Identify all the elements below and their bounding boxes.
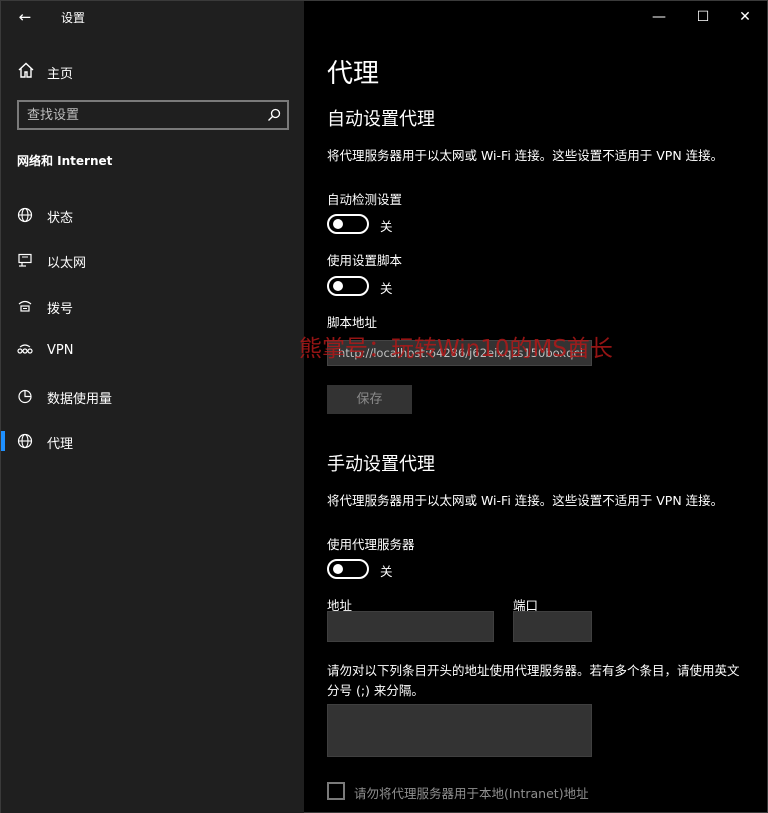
- main-pane: 代理 自动设置代理 将代理服务器用于以太网或 Wi-Fi 连接。这些设置不适用于…: [299, 1, 768, 813]
- globe-status-icon: [17, 207, 33, 223]
- manual-proxy-description: 将代理服务器用于以太网或 Wi-Fi 连接。这些设置不适用于 VPN 连接。: [327, 493, 724, 508]
- data-usage-icon: [18, 389, 32, 404]
- sidebar-item-vpn[interactable]: VPN: [1, 333, 304, 369]
- use-proxy-label: 使用代理服务器: [327, 537, 415, 552]
- page-title: 代理: [327, 59, 380, 89]
- sidebar-item-label: 以太网: [47, 256, 87, 271]
- dialup-icon: [18, 300, 32, 312]
- local-bypass-checkbox[interactable]: [327, 782, 345, 800]
- section-title: 网络和 Internet: [17, 154, 113, 168]
- setup-script-label: 使用设置脚本: [327, 253, 403, 268]
- sidebar-item-data-usage[interactable]: 数据使用量: [1, 378, 304, 414]
- search-input[interactable]: [27, 106, 257, 124]
- setup-script-toggle[interactable]: [327, 276, 369, 296]
- address-input[interactable]: [327, 611, 494, 642]
- vpn-icon: [17, 344, 33, 354]
- sidebar-item-status[interactable]: 状态: [1, 197, 304, 233]
- sidebar-item-label: 拨号: [47, 302, 74, 317]
- back-arrow-icon[interactable]: ←: [13, 7, 37, 27]
- home-label: 主页: [47, 67, 74, 82]
- auto-detect-state: 关: [380, 219, 393, 234]
- use-proxy-state: 关: [380, 564, 393, 579]
- toggle-knob: [333, 281, 343, 291]
- sidebar: ← 设置 主页 网络和 Internet 状态: [1, 1, 304, 813]
- port-input[interactable]: [513, 611, 592, 642]
- auto-detect-toggle[interactable]: [327, 214, 369, 234]
- search-box[interactable]: [17, 100, 289, 130]
- setup-script-state: 关: [380, 281, 393, 296]
- sidebar-item-label: 代理: [47, 437, 74, 452]
- watermark: 熊掌号：玩转Win10的MS酋长: [299, 336, 613, 362]
- local-bypass-label: 请勿将代理服务器用于本地(Intranet)地址: [354, 786, 589, 801]
- home-icon: [18, 62, 34, 78]
- selection-indicator: [1, 431, 5, 451]
- manual-proxy-heading: 手动设置代理: [327, 454, 435, 475]
- toggle-knob: [333, 219, 343, 229]
- globe-icon: [17, 433, 33, 449]
- exceptions-textarea[interactable]: [327, 704, 592, 757]
- toggle-knob: [333, 564, 343, 574]
- auto-detect-label: 自动检测设置: [327, 192, 403, 207]
- sidebar-item-proxy[interactable]: 代理: [1, 423, 304, 459]
- app-title: 设置: [61, 11, 86, 25]
- use-proxy-toggle[interactable]: [327, 559, 369, 579]
- ethernet-icon: [18, 253, 32, 267]
- save-button[interactable]: 保存: [327, 385, 412, 414]
- sidebar-item-ethernet[interactable]: 以太网: [1, 242, 304, 278]
- sidebar-item-label: VPN: [47, 343, 74, 358]
- search-icon[interactable]: [267, 108, 281, 122]
- settings-window: ← 设置 主页 网络和 Internet 状态: [0, 0, 768, 813]
- sidebar-item-label: 数据使用量: [47, 392, 113, 407]
- exceptions-description: 请勿对以下列条目开头的地址使用代理服务器。若有多个条目，请使用英文分号 (;) …: [327, 663, 740, 698]
- auto-proxy-heading: 自动设置代理: [327, 109, 435, 130]
- home-nav-item[interactable]: 主页: [1, 57, 304, 85]
- sidebar-item-label: 状态: [47, 211, 74, 226]
- auto-proxy-description: 将代理服务器用于以太网或 Wi-Fi 连接。这些设置不适用于 VPN 连接。: [327, 148, 724, 163]
- sidebar-item-dialup[interactable]: 拨号: [1, 288, 304, 324]
